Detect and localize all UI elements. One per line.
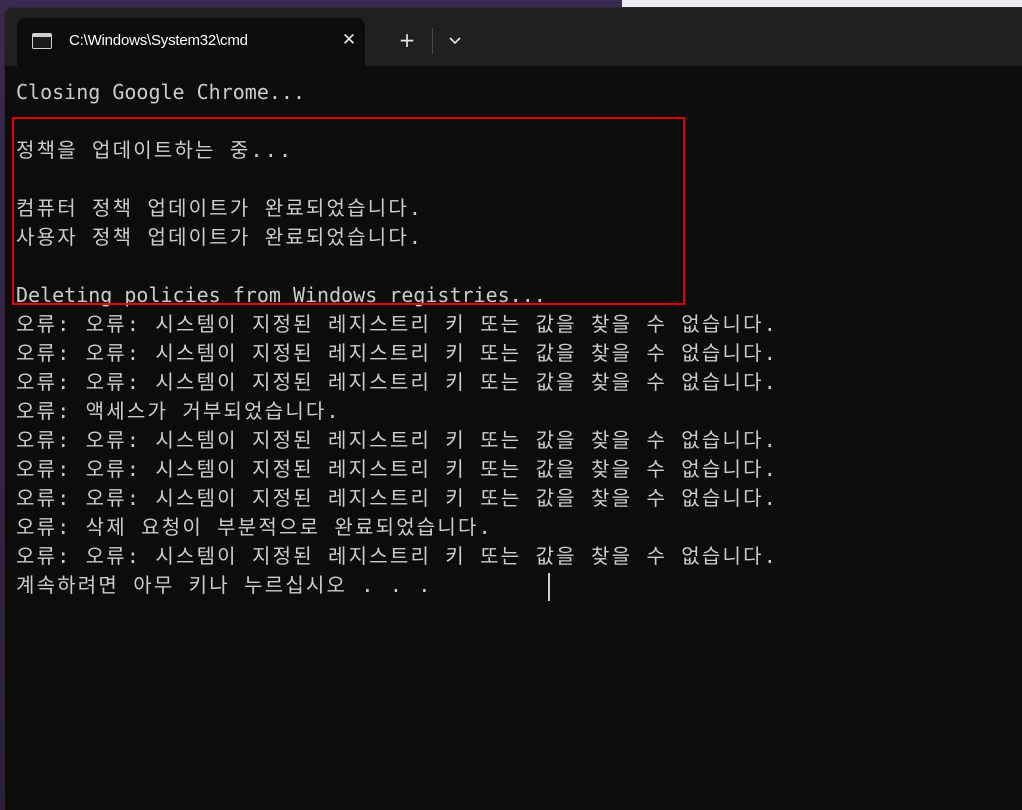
chevron-down-icon[interactable]	[443, 30, 467, 52]
console-line: 계속하려면 아무 키나 누르십시오 . . .	[16, 573, 433, 597]
console-line: 오류: 오류: 시스템이 지정된 레지스트리 키 또는 값을 찾을 수 없습니다…	[16, 544, 778, 568]
close-icon[interactable]: ✕	[339, 30, 359, 50]
console-line: 정책을 업데이트하는 중...	[16, 138, 294, 162]
title-bar: C:\Windows\System32\cmd ✕ +	[5, 8, 1022, 66]
tab-separator	[432, 28, 433, 54]
console-line: 컴퓨터 정책 업데이트가 완료되었습니다.	[16, 196, 424, 220]
console-line: 오류: 오류: 시스템이 지정된 레지스트리 키 또는 값을 찾을 수 없습니다…	[16, 486, 778, 510]
console-line: 오류: 액세스가 거부되었습니다.	[16, 399, 341, 423]
tab-title: C:\Windows\System32\cmd	[69, 32, 248, 49]
tab-cmd[interactable]: C:\Windows\System32\cmd ✕	[17, 18, 365, 66]
terminal-window: C:\Windows\System32\cmd ✕ + Closing Goog…	[5, 8, 1022, 810]
console-line: 오류: 오류: 시스템이 지정된 레지스트리 키 또는 값을 찾을 수 없습니다…	[16, 457, 778, 481]
text-cursor	[548, 573, 550, 601]
console-line: Closing Google Chrome...	[16, 80, 305, 104]
console-line: 오류: 오류: 시스템이 지정된 레지스트리 키 또는 값을 찾을 수 없습니다…	[16, 312, 778, 336]
console-line: 오류: 오류: 시스템이 지정된 레지스트리 키 또는 값을 찾을 수 없습니다…	[16, 428, 778, 452]
new-tab-button[interactable]: +	[395, 28, 419, 52]
console-line: 오류: 오류: 시스템이 지정된 레지스트리 키 또는 값을 찾을 수 없습니다…	[16, 341, 778, 365]
console-line: 오류: 삭제 요청이 부분적으로 완료되었습니다.	[16, 515, 493, 539]
console-output[interactable]: Closing Google Chrome... 정책을 업데이트하는 중...…	[5, 66, 1022, 810]
console-line: 사용자 정책 업데이트가 완료되었습니다.	[16, 225, 424, 249]
console-line: Deleting policies from Windows registrie…	[16, 283, 546, 307]
terminal-icon	[32, 33, 52, 49]
console-line: 오류: 오류: 시스템이 지정된 레지스트리 키 또는 값을 찾을 수 없습니다…	[16, 370, 778, 394]
